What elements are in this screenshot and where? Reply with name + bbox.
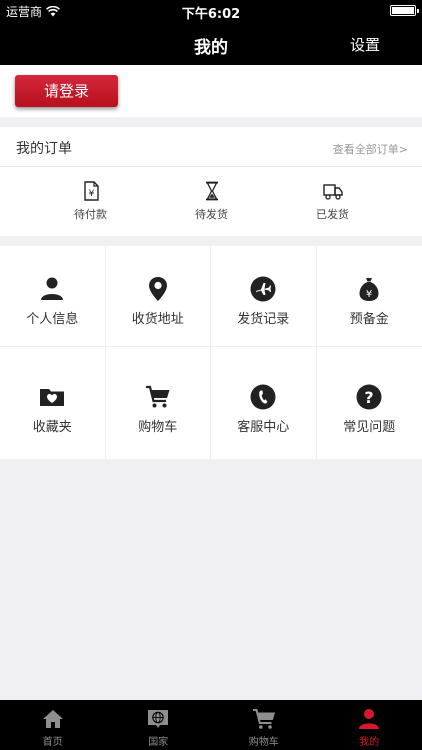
grid-item-label: 个人信息 [26, 312, 79, 327]
tab-home[interactable]: 首页 [0, 700, 106, 750]
svg-text:¥: ¥ [366, 289, 372, 300]
money-bag-icon: ¥ [359, 278, 379, 301]
nav-bar: 我的 设置 [0, 22, 422, 65]
orders-section: 我的订单 查看全部订单> ¥ 待付款 待发货 已发货 [0, 127, 422, 236]
home-icon [42, 710, 63, 728]
grid-item-label: 发货记录 [237, 312, 290, 327]
status-bar: 运营商 下午6:02 [0, 0, 422, 22]
person-icon [359, 709, 380, 729]
tab-country[interactable]: 国家 [106, 700, 212, 750]
status-time: 下午6:02 [181, 7, 241, 22]
login-button[interactable]: 请登录 [15, 75, 118, 107]
feature-grid: 个人信息 收货地址 发货记录 ¥ 预备金 收藏夹 购物车 客服中心 ? 常见问题 [0, 246, 422, 459]
view-all-orders-link[interactable]: 查看全部订单> [333, 141, 408, 157]
grid-item-label: 购物车 [138, 420, 178, 435]
grid-item-shipping-records[interactable]: 发货记录 [211, 246, 317, 347]
person-icon [41, 277, 64, 300]
tab-cart[interactable]: 购物车 [211, 700, 317, 750]
grid-item-label: 客服中心 [237, 420, 290, 435]
order-item-label: 待付款 [74, 208, 107, 221]
battery-icon [390, 5, 419, 16]
tab-label: 国家 [148, 737, 169, 748]
settings-button[interactable]: 设置 [350, 34, 380, 55]
grid-item-label: 预备金 [349, 312, 389, 327]
truck-icon [322, 184, 343, 200]
order-status-list: ¥ 待付款 待发货 已发货 [0, 167, 422, 235]
grid-item-cart[interactable]: 购物车 [106, 347, 211, 459]
grid-item-faq[interactable]: ? 常见问题 [317, 347, 422, 459]
shopping-cart-icon [252, 709, 275, 729]
grid-item-profile[interactable]: 个人信息 [0, 246, 106, 347]
tab-mine[interactable]: 我的 [317, 700, 422, 750]
order-pending-payment[interactable]: ¥ 待付款 [30, 167, 151, 235]
favorites-folder-icon [40, 389, 65, 406]
grid-item-reserve-fund[interactable]: ¥ 预备金 [316, 246, 422, 347]
order-item-label: 待发货 [195, 208, 228, 221]
location-pin-icon [148, 277, 167, 301]
orders-header: 我的订单 查看全部订单> [0, 127, 422, 167]
grid-item-label: 收藏夹 [32, 420, 72, 435]
grid-item-address[interactable]: 收货地址 [105, 246, 211, 347]
order-pending-shipment[interactable]: 待发货 [151, 167, 272, 235]
login-section: 请登录 [0, 65, 422, 117]
shopping-cart-icon [145, 385, 170, 408]
grid-item-label: 收货地址 [131, 312, 184, 327]
tab-label: 购物车 [248, 737, 279, 748]
pending-payment-icon: ¥ [83, 181, 99, 201]
globe-icon [148, 710, 169, 728]
order-shipped[interactable]: 已发货 [272, 167, 393, 235]
tab-label: 我的 [359, 737, 380, 748]
phone-icon [250, 384, 276, 410]
question-icon: ? [356, 384, 382, 410]
svg-text:?: ? [365, 388, 374, 407]
airplane-icon [250, 276, 276, 302]
grid-item-favorites[interactable]: 收藏夹 [0, 347, 106, 459]
orders-title: 我的订单 [16, 141, 72, 157]
tab-label: 首页 [42, 737, 63, 748]
svg-text:¥: ¥ [88, 189, 94, 199]
grid-item-customer-service[interactable]: 客服中心 [211, 347, 317, 459]
tab-bar: 首页 国家 购物车 我的 [0, 700, 422, 750]
grid-item-label: 常见问题 [343, 420, 396, 435]
order-item-label: 已发货 [316, 208, 349, 221]
hourglass-icon [205, 181, 218, 201]
